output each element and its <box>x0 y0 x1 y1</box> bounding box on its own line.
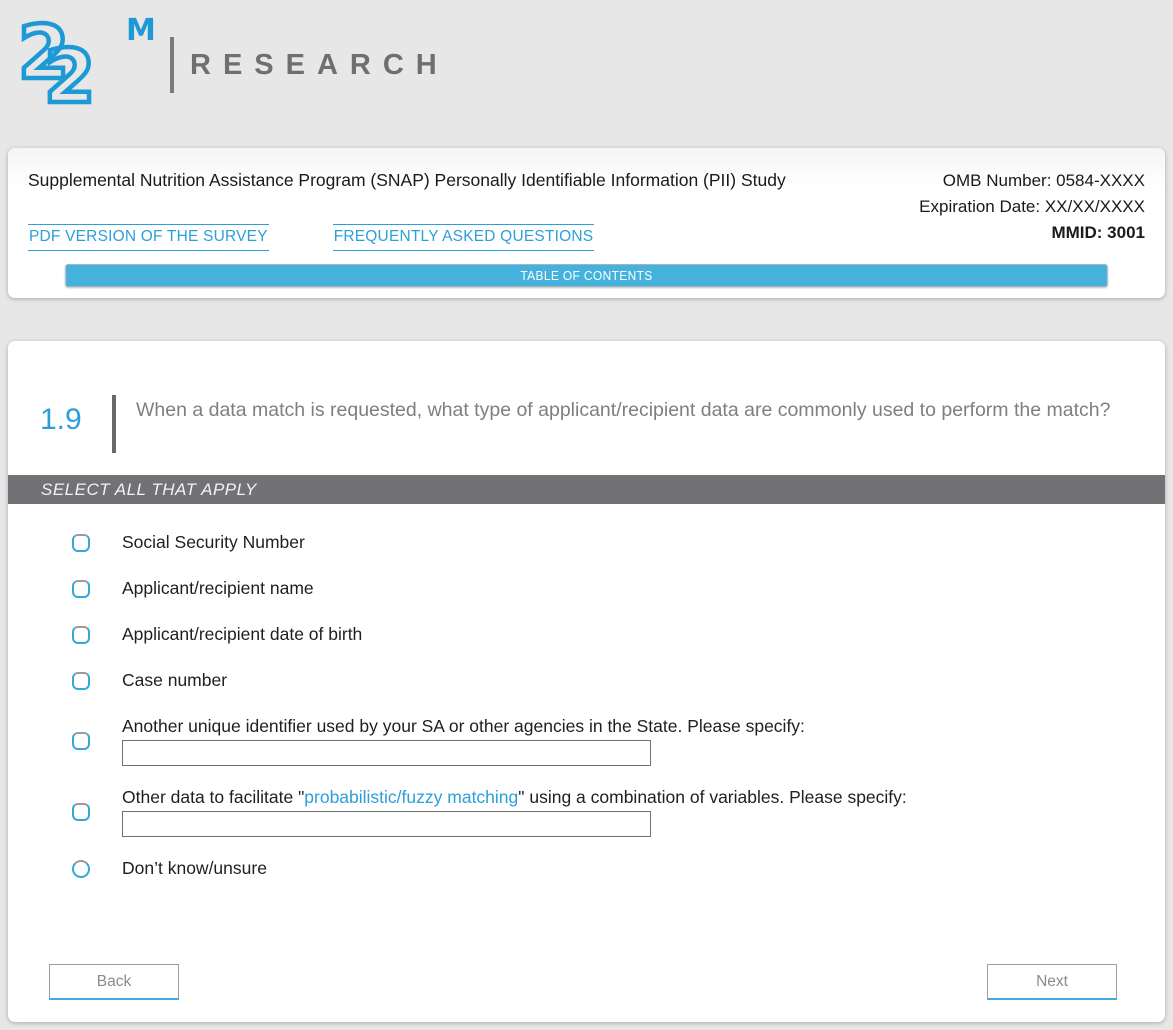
option-label: Applicant/recipient name <box>122 578 314 598</box>
question-divider <box>112 395 116 453</box>
checkbox-other-identifier[interactable] <box>72 732 90 750</box>
option-row-case-number: Case number <box>72 670 1165 691</box>
question-text: When a data match is requested, what typ… <box>136 399 1111 421</box>
option-row-other-identifier: Another unique identifier used by your S… <box>72 716 1165 766</box>
option-row-ssn: Social Security Number <box>72 532 1165 553</box>
question-number: 1.9 <box>40 403 82 436</box>
option-label: Case number <box>122 670 228 690</box>
nav-button-row: Back Next <box>8 964 1165 1000</box>
option-label: Applicant/recipient date of birth <box>122 624 363 644</box>
checkbox-case-number[interactable] <box>72 671 90 690</box>
option-row-fuzzy-matching: Other data to facilitate "probabilistic/… <box>72 787 1165 837</box>
back-button[interactable]: Back <box>49 964 179 1000</box>
faq-link[interactable]: FREQUENTLY ASKED QUESTIONS <box>332 224 595 251</box>
next-button[interactable]: Next <box>987 964 1117 1000</box>
options-list: Social Security Number Applicant/recipie… <box>8 504 1165 879</box>
2m-research-logo: 2 2 M RESEARCH <box>14 8 449 108</box>
checkbox-fuzzy-matching[interactable] <box>72 803 90 821</box>
table-of-contents-button[interactable]: TABLE OF CONTENTS <box>65 264 1108 287</box>
fuzzy-matching-specify-input[interactable] <box>122 811 651 837</box>
checkbox-ssn[interactable] <box>72 533 90 552</box>
mmid: MMID: 3001 <box>1051 223 1145 242</box>
other-identifier-specify-input[interactable] <box>122 740 651 766</box>
svg-text:2: 2 <box>44 34 96 108</box>
question-row: 1.9 When a data match is requested, what… <box>8 341 1165 453</box>
svg-text:M: M <box>126 13 156 48</box>
option-label: Another unique identifier used by your S… <box>122 716 805 736</box>
logo-divider <box>170 37 174 93</box>
radio-dont-know[interactable] <box>72 859 90 878</box>
omb-number: OMB Number: 0584-XXXX <box>942 171 1145 190</box>
omb-block: OMB Number: 0584-XXXX Expiration Date: X… <box>919 168 1145 246</box>
option-row-dont-know: Don’t know/unsure <box>72 858 1165 879</box>
logo-wordmark: RESEARCH <box>190 48 449 81</box>
checkbox-name[interactable] <box>72 579 90 598</box>
pdf-version-link[interactable]: PDF VERSION OF THE SURVEY <box>28 224 269 251</box>
question-card: 1.9 When a data match is requested, what… <box>8 341 1165 1022</box>
fuzzy-matching-link[interactable]: probabilistic/fuzzy matching <box>304 787 518 807</box>
label-text-after: " using a combination of variables. Plea… <box>518 787 907 807</box>
checkbox-dob[interactable] <box>72 625 90 644</box>
2m-logo-icon: 2 2 M <box>16 8 156 108</box>
option-label: Don’t know/unsure <box>122 858 267 878</box>
option-row-name: Applicant/recipient name <box>72 578 1165 599</box>
option-row-dob: Applicant/recipient date of birth <box>72 624 1165 645</box>
option-label: Social Security Number <box>122 532 305 552</box>
logo-band: 2 2 M RESEARCH <box>0 0 1173 148</box>
label-text-before: Other data to facilitate " <box>122 787 305 807</box>
instruction-bar: SELECT ALL THAT APPLY <box>8 475 1165 504</box>
option-label: Other data to facilitate "probabilistic/… <box>122 787 907 808</box>
expiration-date: Expiration Date: XX/XX/XXXX <box>919 197 1145 216</box>
survey-header-card: Supplemental Nutrition Assistance Progra… <box>8 148 1165 298</box>
